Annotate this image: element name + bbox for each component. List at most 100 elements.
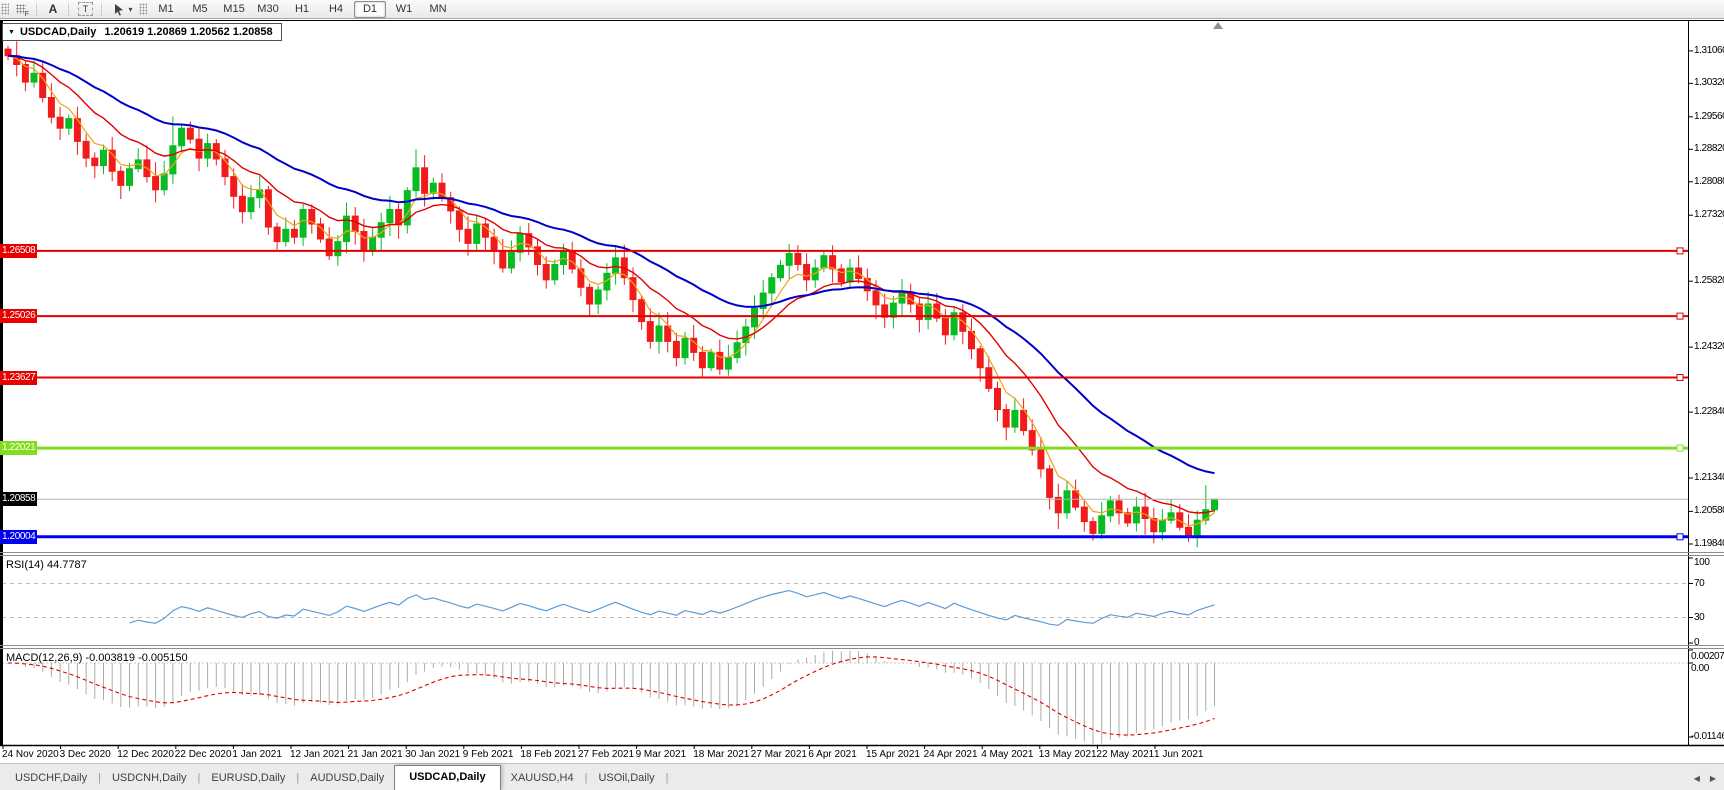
timeframe-button-h1[interactable]: H1 xyxy=(286,1,318,18)
price-tick-label: 1.21340 xyxy=(1694,472,1724,483)
ma-slow xyxy=(7,54,1215,475)
bid-price-badge: 1.20858 xyxy=(0,492,37,507)
date-label: 27 Mar 2021 xyxy=(750,749,807,760)
chart-shift-marker[interactable] xyxy=(1213,22,1223,29)
tab-xauusd-h4[interactable]: XAUUSD,H4 xyxy=(501,767,584,790)
timeframe-button-m5[interactable]: M5 xyxy=(184,1,216,18)
date-label: 22 May 2021 xyxy=(1096,749,1155,760)
rsi-tick-label: 0 xyxy=(1694,637,1700,648)
tab-audusd-daily[interactable]: AUDUSD,Daily xyxy=(300,767,394,790)
toolbar-grip[interactable] xyxy=(139,3,147,15)
tab-usdchf-daily[interactable]: USDCHF,Daily xyxy=(5,767,97,790)
line-handle[interactable] xyxy=(1676,374,1684,381)
toolbar-separator xyxy=(101,2,103,16)
date-label: 30 Jan 2021 xyxy=(405,749,461,760)
price-line-badge: 1.23627 xyxy=(0,370,37,385)
ma-fast xyxy=(7,55,1215,527)
date-label: 15 Apr 2021 xyxy=(866,749,920,760)
tab-usoil-daily[interactable]: USOil,Daily xyxy=(588,767,664,790)
toolbar-grip[interactable] xyxy=(1,3,9,15)
timeframe-button-mn[interactable]: MN xyxy=(422,1,454,18)
ma-medium xyxy=(7,55,1215,514)
toolbar-separator xyxy=(36,2,38,16)
timeframe-button-w1[interactable]: W1 xyxy=(388,1,420,18)
timeframe-toolbar: M1 M5 M15 M30 H1 H4 D1 W1 MN xyxy=(149,0,455,18)
candles xyxy=(4,41,1218,548)
cursor-arrow-icon xyxy=(115,3,124,16)
price-line-badge: 1.25026 xyxy=(0,309,37,324)
chart-title-box: ▼ USDCAD,Daily 1.20619 1.20869 1.20562 1… xyxy=(2,23,282,41)
date-label: 22 Dec 2020 xyxy=(174,749,232,760)
macd-tick-label: 0.002074 xyxy=(1691,651,1724,662)
ohlc-values: 1.20619 1.20869 1.20562 1.20858 xyxy=(104,26,273,38)
date-label: 18 Feb 2021 xyxy=(520,749,577,760)
date-label: 13 May 2021 xyxy=(1038,749,1097,760)
price-tick-label: 1.27320 xyxy=(1694,209,1724,221)
date-label: 4 May 2021 xyxy=(981,749,1034,760)
mt4-terminal: 1.31060 1.30320 1.29560 1.28820 1.28080 1.273… xyxy=(0,0,1724,790)
rsi-tick-label: 30 xyxy=(1694,611,1705,623)
toolbar: F A T ▾ M1 M5 M15 M30 H1 H4 D1 W1 MN xyxy=(0,0,1724,19)
date-label: 3 Dec 2020 xyxy=(59,749,111,760)
macd-signal-line xyxy=(7,656,1215,736)
price-tick-label: 1.28080 xyxy=(1694,175,1724,187)
toolbar-separator xyxy=(68,2,70,16)
line-handle[interactable] xyxy=(1676,312,1684,320)
collapse-caret-icon[interactable]: ▼ xyxy=(8,29,15,36)
tabs-scroll-right-icon[interactable]: ▶ xyxy=(1710,774,1716,783)
chart-symbol-label: USDCAD,Daily xyxy=(19,26,97,38)
macd-tick-label: -0.011466 xyxy=(1691,731,1724,742)
date-label: 12 Dec 2020 xyxy=(117,749,174,760)
timeframe-button-m15[interactable]: M15 xyxy=(218,1,250,18)
timeframe-button-h4[interactable]: H4 xyxy=(320,1,352,18)
price-tick-label: 1.30320 xyxy=(1694,77,1724,89)
price-line-badge: 1.26508 xyxy=(0,243,37,258)
rsi-line xyxy=(129,589,1215,626)
tab-usdcnh-daily[interactable]: USDCNH,Daily xyxy=(102,767,197,790)
cursor-tool-icon[interactable]: ▾ xyxy=(108,2,138,17)
price-line-badge: 1.22021 xyxy=(0,441,37,456)
line-handle[interactable] xyxy=(1676,444,1684,452)
macd-pane xyxy=(2,650,1688,744)
date-label: 9 Feb 2021 xyxy=(462,749,514,760)
date-label: 24 Nov 2020 xyxy=(2,749,59,760)
price-tick-label: 1.20580 xyxy=(1694,505,1724,517)
tab-separator: | xyxy=(665,772,669,784)
price-tick-label: 1.31060 xyxy=(1694,44,1724,56)
price-tick-label: 1.28820 xyxy=(1694,143,1724,155)
rsi-tick-label: 100 xyxy=(1694,557,1710,568)
moving-averages xyxy=(7,54,1215,527)
symbol-tab-bar: USDCHF,Daily | USDCNH,Daily | EURUSD,Daily | A… xyxy=(0,763,1724,790)
tabs-scroll-left-icon[interactable]: ◀ xyxy=(1694,774,1700,783)
dropdown-caret-icon: ▾ xyxy=(128,4,133,14)
price-tick-label: 1.29560 xyxy=(1694,110,1724,122)
price-tick-label: 1.25820 xyxy=(1694,275,1724,287)
date-label: 1 Jan 2021 xyxy=(232,749,282,760)
grid-f-letter: F xyxy=(24,10,29,18)
date-label: 1 Jun 2021 xyxy=(1154,749,1204,760)
timeframe-button-m30[interactable]: M30 xyxy=(252,1,284,18)
line-handle[interactable] xyxy=(1676,533,1684,541)
price-line-badge: 1.20004 xyxy=(0,529,37,544)
timeframe-button-m1[interactable]: M1 xyxy=(150,1,182,18)
tab-usdcad-daily[interactable]: USDCAD,Daily xyxy=(394,765,501,790)
rsi-tick-label: 70 xyxy=(1694,577,1705,589)
date-label: 12 Jan 2021 xyxy=(290,749,346,760)
timeframe-button-d1[interactable]: D1 xyxy=(354,0,386,18)
price-tick-label: 1.24320 xyxy=(1694,341,1724,353)
price-tick-label: 1.22840 xyxy=(1694,406,1724,418)
tab-eurusd-daily[interactable]: EURUSD,Daily xyxy=(201,767,295,790)
grid-f-icon[interactable]: F xyxy=(11,2,31,18)
letter-a-icon[interactable]: A xyxy=(43,2,63,17)
macd-tick-label: 0.00 xyxy=(1691,663,1709,674)
date-label: 6 Apr 2021 xyxy=(808,749,857,760)
price-tick-label: 1.19840 xyxy=(1694,538,1724,549)
date-label: 24 Apr 2021 xyxy=(923,749,978,760)
line-handle[interactable] xyxy=(1676,247,1684,255)
date-label: 27 Feb 2021 xyxy=(578,749,635,760)
date-label: 18 Mar 2021 xyxy=(693,749,750,760)
rsi-pane xyxy=(2,583,1688,626)
macd-indicator-label: MACD(12,26,9) -0.003819 -0.005150 xyxy=(6,652,188,664)
chart-canvas[interactable] xyxy=(0,0,1724,790)
text-box-icon[interactable]: T xyxy=(78,2,93,16)
